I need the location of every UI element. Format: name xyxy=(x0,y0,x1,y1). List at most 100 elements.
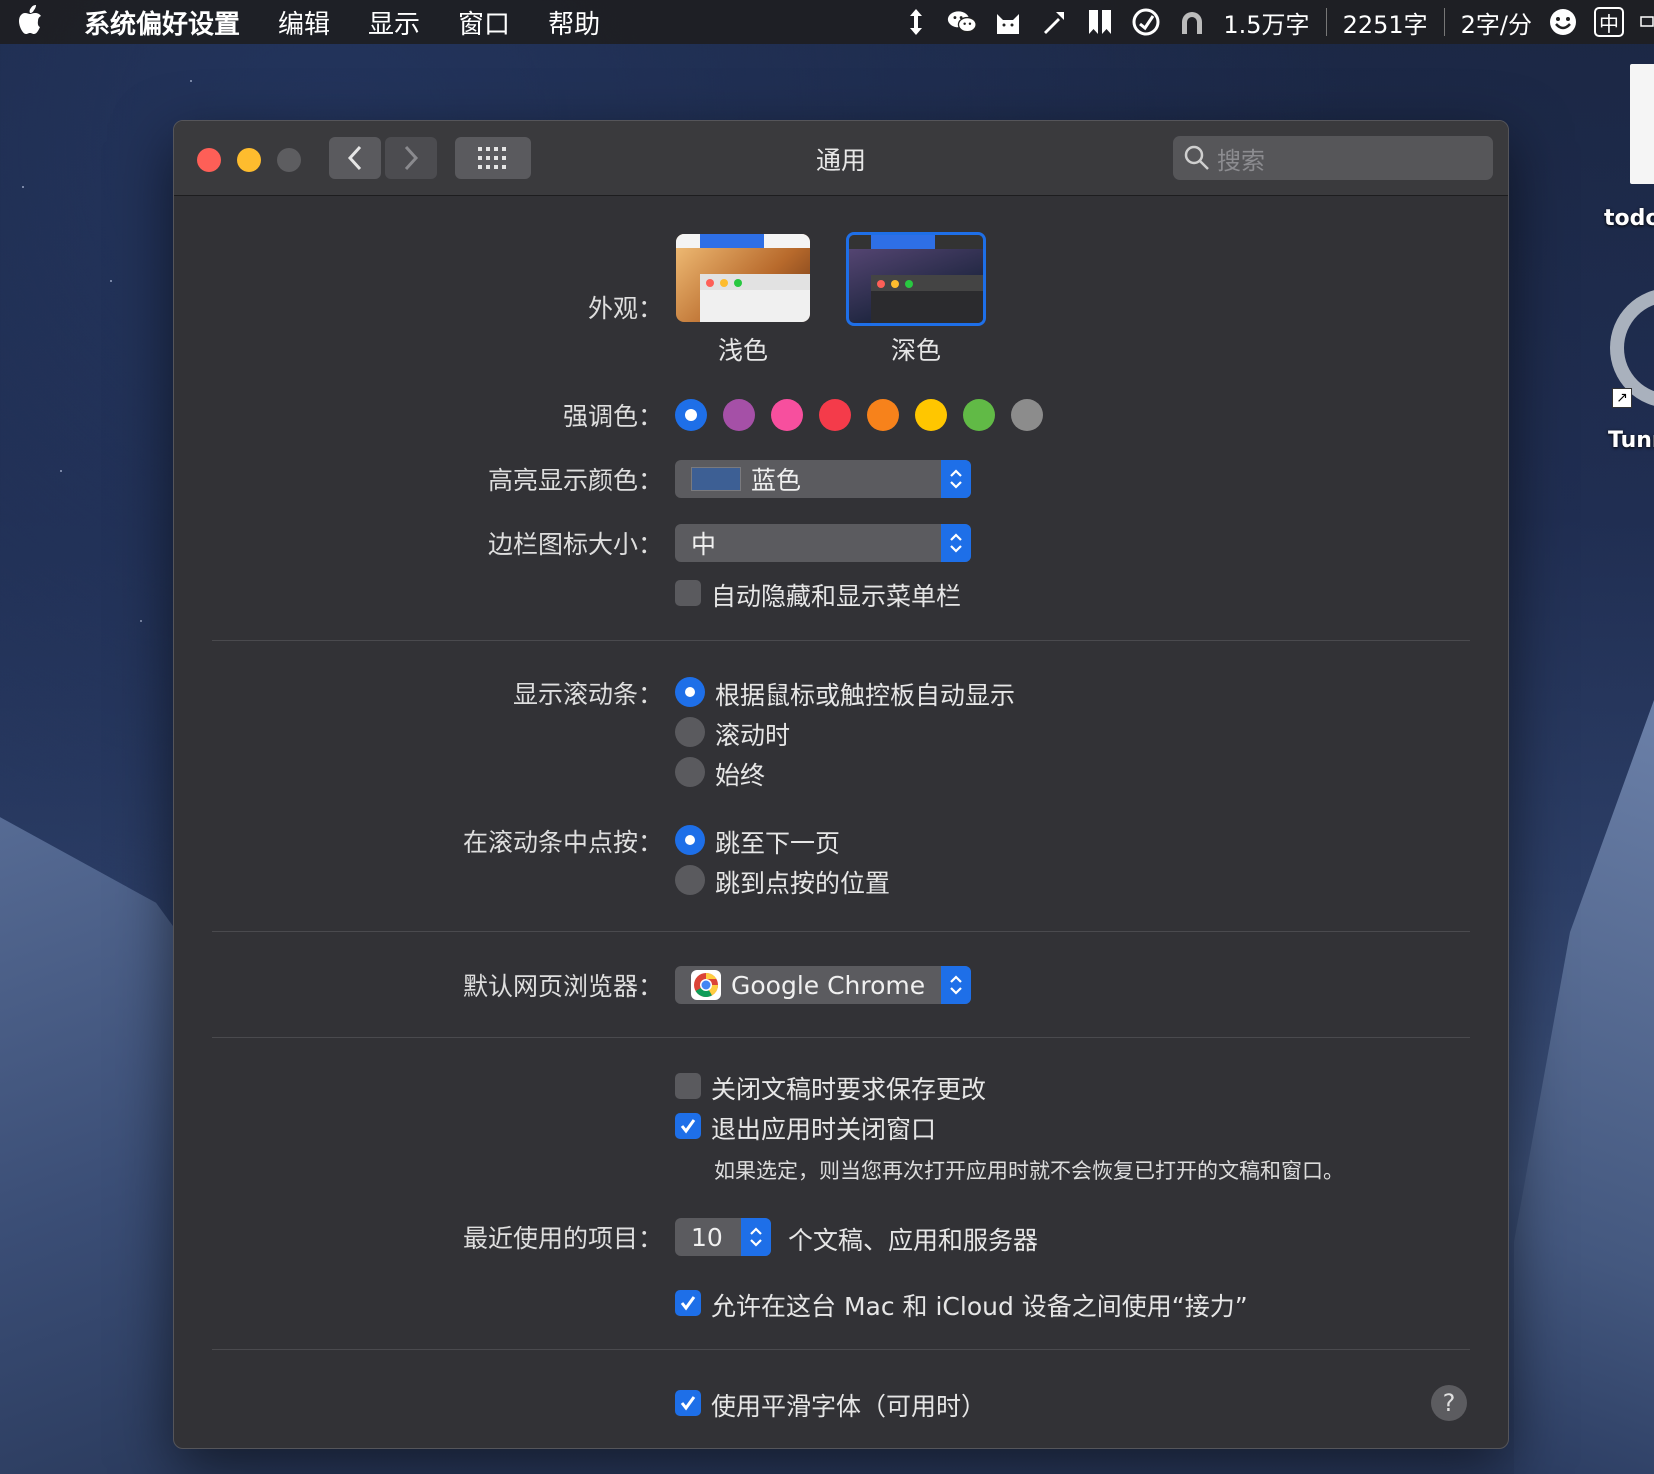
ask-save-changes-label[interactable]: 关闭文稿时要求保存更改 xyxy=(711,1070,986,1106)
menu-bar: 系统偏好设置 编辑 显示 窗口 帮助 1.5万字 2251字 2字/分 中 xyxy=(0,0,1654,44)
input-method-indicator[interactable]: 中 xyxy=(1594,7,1624,37)
scrollbars-when-scrolling-radio[interactable] xyxy=(675,717,705,747)
scrollbars-when-scrolling-label[interactable]: 滚动时 xyxy=(715,716,790,752)
appearance-light-thumbnail[interactable] xyxy=(676,234,810,322)
sync-icon[interactable] xyxy=(1131,7,1161,37)
wallpaper-dune-right xyxy=(1514,700,1654,1474)
menu-help[interactable]: 帮助 xyxy=(548,4,600,41)
cat-icon[interactable] xyxy=(993,7,1023,37)
menu-app-name[interactable]: 系统偏好设置 xyxy=(84,4,240,41)
highlight-color-label: 高亮显示颜色： xyxy=(487,466,663,495)
menu-window[interactable]: 窗口 xyxy=(458,4,510,41)
wechat-icon[interactable] xyxy=(947,7,978,37)
accent-color-swatch[interactable] xyxy=(723,399,755,431)
chrome-icon xyxy=(691,970,721,1000)
section-divider xyxy=(212,1349,1470,1350)
appearance-dark-thumbnail[interactable] xyxy=(846,232,986,326)
close-windows-note: 如果选定，则当您再次打开应用时就不会恢复已打开的文稿和窗口。 xyxy=(714,1159,1344,1183)
scroll-click-next-page-radio[interactable] xyxy=(675,825,705,855)
default-browser-popup[interactable]: Google Chrome xyxy=(675,966,971,1004)
help-button[interactable]: ? xyxy=(1431,1385,1467,1421)
popup-stepper xyxy=(941,460,971,498)
wallpaper-star xyxy=(22,186,24,188)
chevron-updown-icon xyxy=(750,1227,762,1247)
menu-view[interactable]: 显示 xyxy=(368,4,420,41)
recent-items-value: 10 xyxy=(691,1222,723,1252)
scrollbars-auto-radio[interactable] xyxy=(675,677,705,707)
font-smoothing-label[interactable]: 使用平滑字体（可用时） xyxy=(711,1387,986,1423)
wallpaper-star xyxy=(190,80,192,82)
auto-hide-menubar-label[interactable]: 自动隐藏和显示菜单栏 xyxy=(711,577,961,613)
accent-color-swatch[interactable] xyxy=(675,399,707,431)
default-browser-value: Google Chrome xyxy=(731,970,926,1000)
scroll-click-next-page-label[interactable]: 跳至下一页 xyxy=(715,824,840,860)
desktop-item-label[interactable]: todo xyxy=(1604,206,1654,231)
accent-color-swatch[interactable] xyxy=(963,399,995,431)
chevron-right-icon xyxy=(404,145,419,171)
status-area: 1.5万字 2251字 2字/分 中 xyxy=(901,0,1654,44)
bookmark-icon[interactable] xyxy=(1085,7,1115,37)
scroll-click-spot-radio[interactable] xyxy=(675,865,705,895)
ask-save-changes-checkbox[interactable] xyxy=(675,1073,701,1099)
popup-stepper xyxy=(941,966,971,1004)
accent-color-swatch[interactable] xyxy=(819,399,851,431)
smiley-icon[interactable] xyxy=(1548,7,1578,37)
font-smoothing-checkbox[interactable] xyxy=(675,1390,701,1416)
show-scrollbars-label: 显示滚动条： xyxy=(512,680,663,709)
menu-edit[interactable]: 编辑 xyxy=(278,4,330,41)
section-divider xyxy=(212,1037,1470,1038)
up-down-arrow-icon[interactable] xyxy=(901,7,931,37)
apple-icon[interactable] xyxy=(18,4,52,40)
forward-button[interactable] xyxy=(385,137,437,179)
wallpaper-star xyxy=(140,620,142,622)
desktop-item-label[interactable]: Tunn xyxy=(1608,428,1654,453)
handoff-label[interactable]: 允许在这台 Mac 和 iCloud 设备之间使用“接力” xyxy=(711,1287,1248,1323)
accent-color-swatch[interactable] xyxy=(867,399,899,431)
section-divider xyxy=(212,640,1470,641)
popup-stepper xyxy=(941,524,971,562)
auto-hide-menubar-checkbox[interactable] xyxy=(675,580,701,606)
accent-color-swatch[interactable] xyxy=(771,399,803,431)
close-window-button[interactable] xyxy=(197,148,221,172)
checkmark-icon xyxy=(680,1396,696,1411)
word-count-total: 1.5万字 xyxy=(1223,10,1310,39)
scroll-click-label: 在滚动条中点按： xyxy=(462,828,663,857)
sidebar-icon-size-popup[interactable]: 中 xyxy=(675,524,971,562)
tools-icon[interactable] xyxy=(1039,7,1069,37)
search-placeholder: 搜索 xyxy=(1217,146,1265,175)
accent-color-swatch[interactable] xyxy=(915,399,947,431)
alias-arrow-icon: ↗ xyxy=(1612,388,1632,408)
appearance-light-label[interactable]: 浅色 xyxy=(676,331,810,367)
search-field[interactable]: 搜索 xyxy=(1173,136,1493,180)
highlight-color-popup[interactable]: 蓝色 xyxy=(675,460,971,498)
appearance-label: 外观： xyxy=(587,294,663,323)
desktop-document-icon[interactable] xyxy=(1630,64,1654,184)
scrollbars-always-radio[interactable] xyxy=(675,757,705,787)
title-bar: 通用 搜索 xyxy=(174,121,1508,196)
back-button[interactable] xyxy=(329,137,381,179)
close-windows-checkbox[interactable] xyxy=(675,1113,701,1139)
show-all-button[interactable] xyxy=(455,137,531,179)
section-divider xyxy=(212,931,1470,932)
minimize-window-button[interactable] xyxy=(237,148,261,172)
scrollbars-auto-label[interactable]: 根据鼠标或触控板自动显示 xyxy=(715,676,1015,712)
close-windows-label[interactable]: 退出应用时关闭窗口 xyxy=(711,1110,936,1146)
screen-mirror-icon[interactable] xyxy=(1640,7,1654,37)
handoff-checkbox[interactable] xyxy=(675,1290,701,1316)
chevron-updown-icon xyxy=(950,469,962,489)
highlight-color-value: 蓝色 xyxy=(751,466,802,495)
sidebar-icon-size-label: 边栏图标大小： xyxy=(487,530,663,559)
accent-color-label: 强调色： xyxy=(562,402,663,431)
appearance-dark-label[interactable]: 深色 xyxy=(849,331,983,367)
headphones-icon[interactable] xyxy=(1177,7,1207,37)
recent-items-suffix: 个文稿、应用和服务器 xyxy=(788,1226,1039,1255)
default-browser-label: 默认网页浏览器： xyxy=(462,972,663,1001)
chevron-left-icon xyxy=(347,145,362,171)
scroll-click-spot-label[interactable]: 跳到点按的位置 xyxy=(715,864,890,900)
accent-color-swatch[interactable] xyxy=(1011,399,1043,431)
scrollbars-always-label[interactable]: 始终 xyxy=(715,756,765,792)
search-icon xyxy=(1184,145,1209,170)
zoom-window-button[interactable] xyxy=(277,148,301,172)
chevron-updown-icon xyxy=(950,533,962,553)
recent-items-popup[interactable]: 10 xyxy=(675,1218,771,1256)
